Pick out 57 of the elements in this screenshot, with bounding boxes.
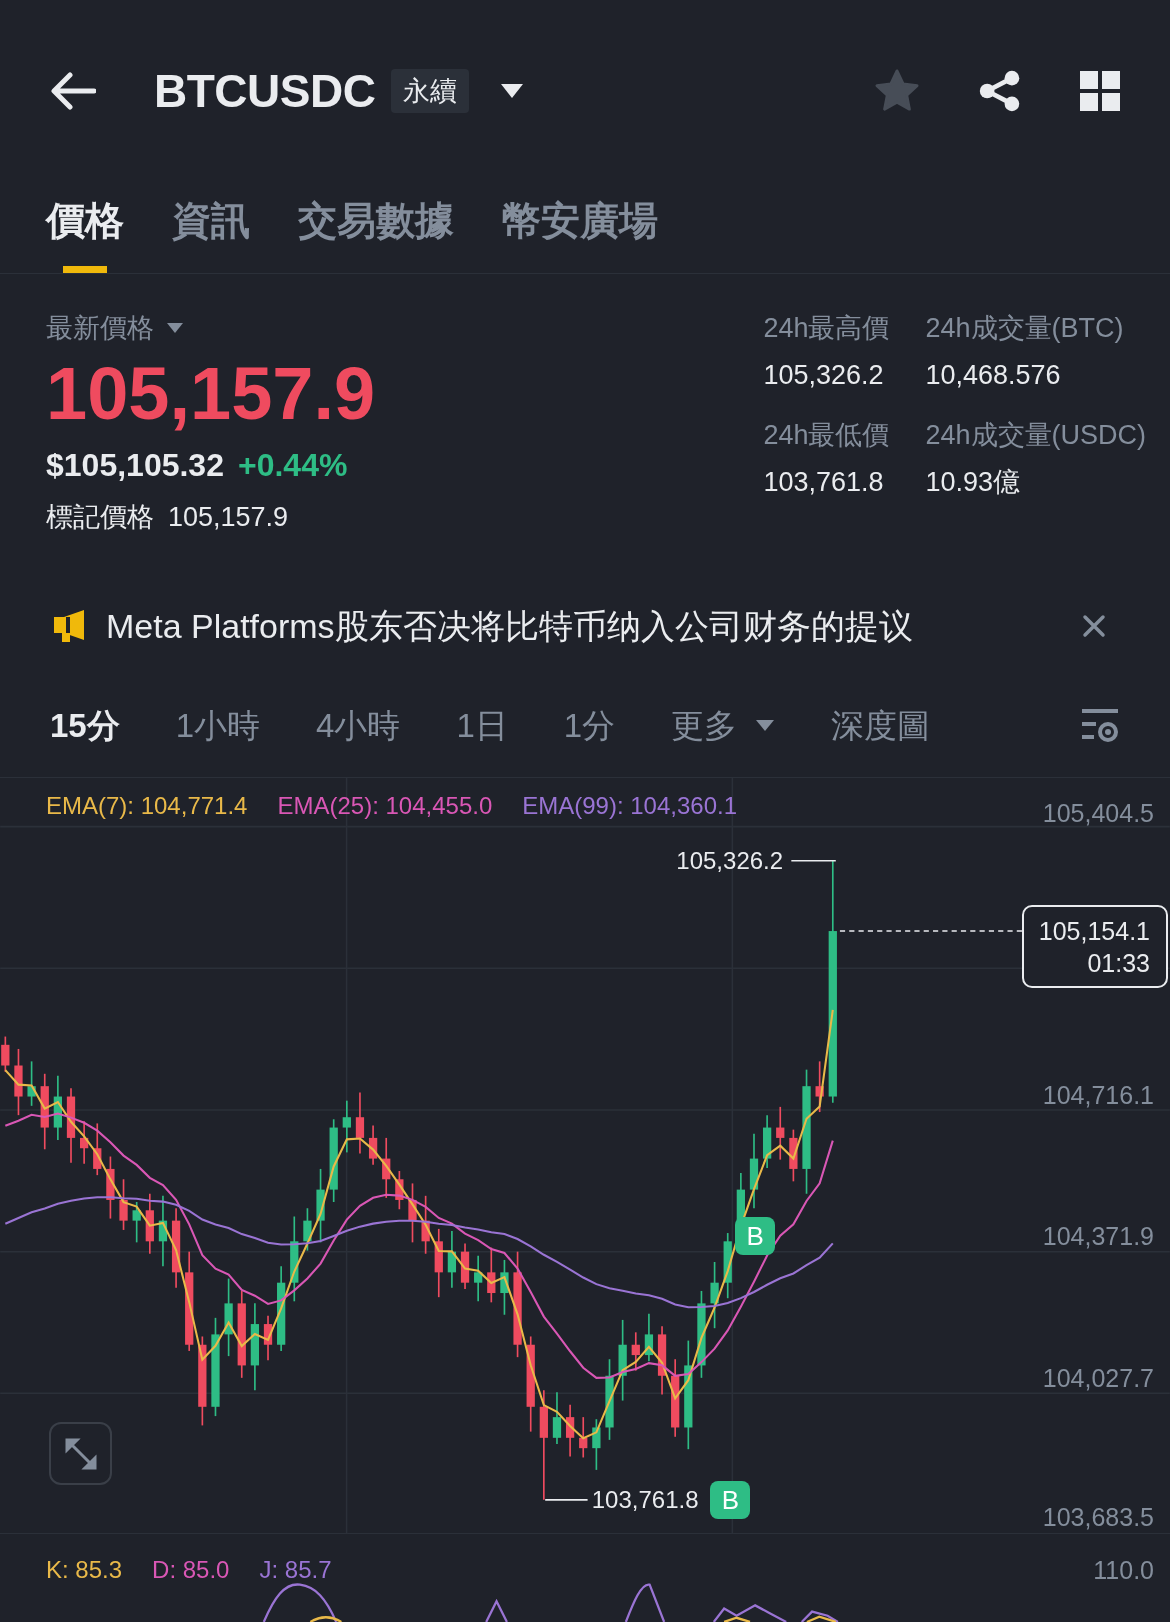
share-icon[interactable]	[978, 69, 1022, 113]
leader-line	[544, 1499, 589, 1501]
price-change: +0.44%	[237, 445, 348, 485]
interval-tab[interactable]: 更多	[671, 700, 776, 751]
pair-title[interactable]: BTCUSDC	[154, 56, 376, 126]
back-arrow-icon[interactable]	[50, 72, 96, 110]
current-price: 105,154.1	[1038, 915, 1150, 947]
last-price-label: 最新價格	[46, 312, 154, 345]
tab[interactable]: 交易數據	[298, 182, 454, 273]
stat-label: 24h最低價	[763, 419, 890, 452]
expand-icon[interactable]	[63, 1436, 98, 1471]
last-price: 105,157.9	[46, 352, 376, 435]
interval-tab[interactable]: 15分	[50, 700, 120, 751]
tab[interactable]: 價格	[46, 182, 124, 273]
price-axis-label: 104,371.9	[1042, 1221, 1154, 1252]
interval-tab[interactable]: 4小時	[316, 700, 401, 751]
chart-settings-icon[interactable]	[1080, 707, 1120, 744]
price-axis-label: 103,683.5	[1042, 1501, 1154, 1532]
tab[interactable]: 資訊	[172, 182, 250, 273]
buy-marker: B	[710, 1481, 751, 1520]
interval-tab[interactable]: 1小時	[175, 700, 261, 751]
kdj-axis-label: 110.0	[1093, 1555, 1154, 1586]
interval-tab[interactable]: 1分	[563, 700, 616, 751]
indicator-value: EMA(25): 104,455.0	[277, 791, 493, 821]
price-axis-label: 104,027.7	[1042, 1363, 1154, 1393]
stat-value: 103,761.8	[763, 465, 885, 499]
tab[interactable]: 幣安廣場	[502, 182, 658, 273]
fullscreen-button[interactable]	[49, 1422, 112, 1486]
close-icon[interactable]	[1082, 614, 1106, 638]
indicator-value: K: 85.3	[46, 1555, 123, 1585]
interval-tab[interactable]: 深度圖	[831, 700, 931, 751]
buy-marker: B	[735, 1217, 776, 1256]
indicator-value: EMA(7): 104,771.4	[46, 791, 248, 821]
indicator-value: J: 85.7	[259, 1555, 332, 1585]
news-headline[interactable]: Meta Platforms股东否决将比特币纳入公司财务的提议	[106, 600, 913, 652]
price-axis-label: 105,404.5	[1042, 798, 1154, 829]
stat-label: 24h最高價	[763, 312, 890, 345]
indicator-value: EMA(99): 104,360.1	[522, 791, 738, 821]
price-axis-label: 104,716.1	[1042, 1079, 1154, 1110]
stat-value: 10,468.576	[925, 358, 1062, 392]
mark-price: 105,157.9	[168, 500, 289, 534]
low-price-label: 103,761.8	[591, 1485, 699, 1516]
usd-price: $105,105.32	[46, 445, 224, 485]
leader-line	[790, 859, 837, 862]
stat-label: 24h成交量(BTC)	[925, 312, 1125, 345]
mark-price-label: 標記價格	[46, 500, 154, 534]
indicator-value: D: 85.0	[152, 1555, 230, 1585]
high-price-label: 105,326.2	[676, 845, 784, 876]
interval-tab[interactable]: 1日	[456, 700, 508, 751]
caret-icon[interactable]	[499, 82, 526, 100]
countdown: 01:33	[1087, 947, 1150, 979]
stat-value: 10.93億	[925, 465, 1022, 499]
perpetual-badge: 永續	[391, 68, 470, 114]
star-icon[interactable]	[874, 69, 920, 113]
stat-value: 105,326.2	[763, 358, 885, 392]
stat-label: 24h成交量(USDC)	[925, 419, 1146, 452]
grid-icon[interactable]	[1080, 71, 1120, 111]
